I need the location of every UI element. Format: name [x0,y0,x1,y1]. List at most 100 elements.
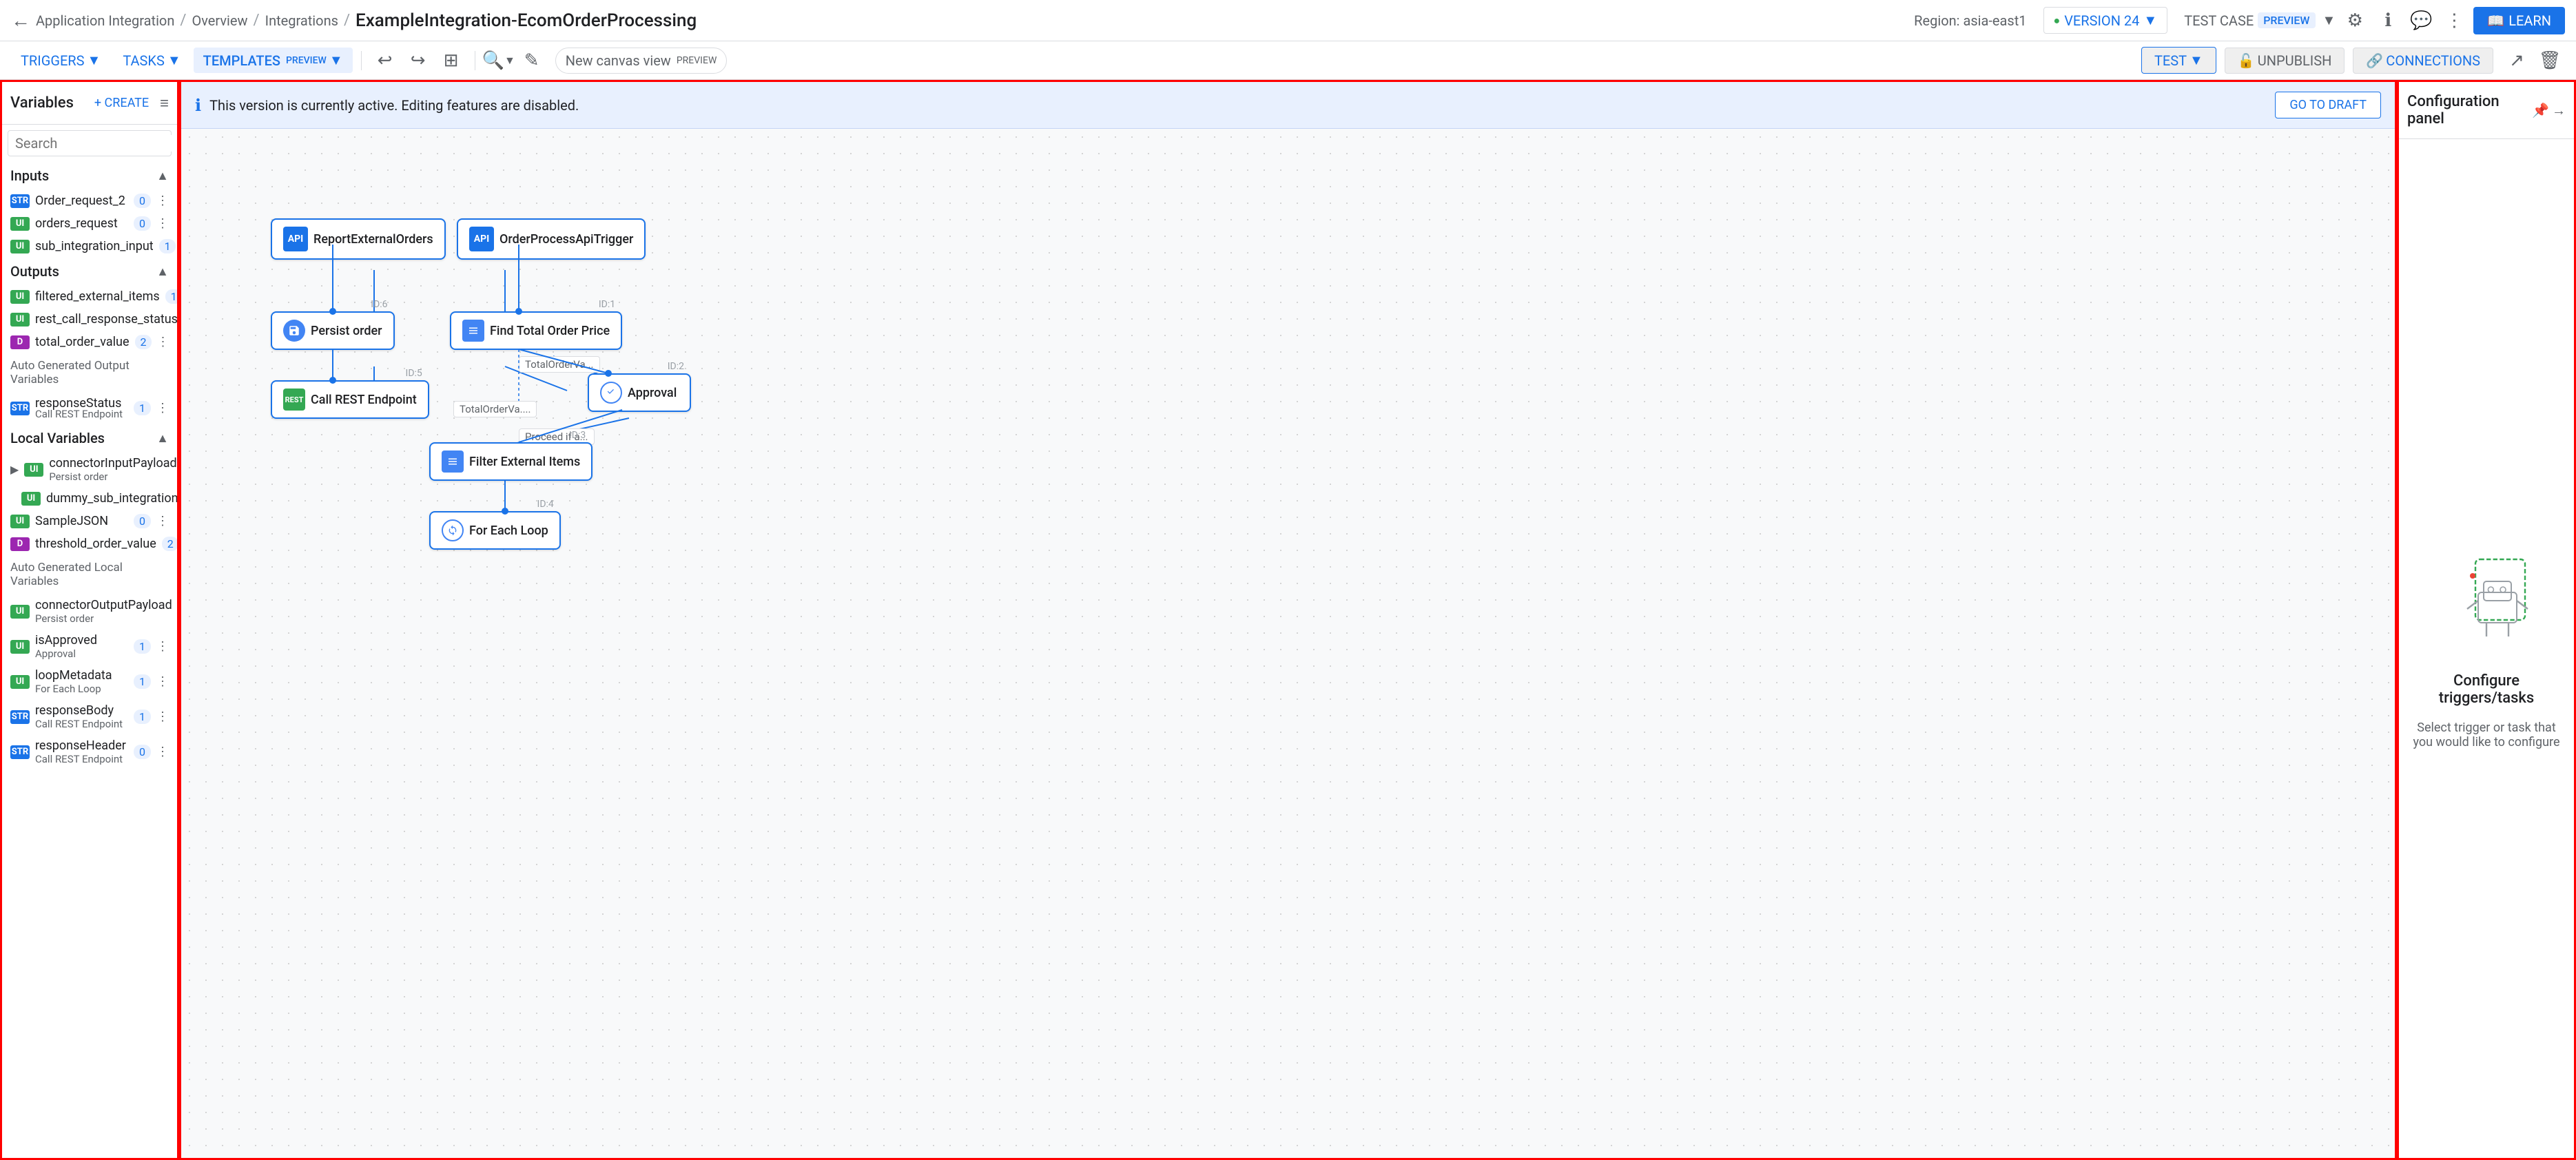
more-button[interactable]: ⋮ [2440,7,2468,34]
version-caret-icon: ▼ [2143,12,2157,29]
var-menu-icon[interactable]: ⋮ [156,514,169,528]
zoom-button[interactable]: 🔍 ▼ [484,45,514,76]
var-name: SampleJSON [35,514,128,528]
share-button[interactable]: ↗ [2502,45,2532,76]
settings-button[interactable]: ⚙ [2341,7,2369,34]
undo-button[interactable]: ↩ [370,45,400,76]
breadcrumb-integrations[interactable]: Integrations [265,12,338,29]
redo-button[interactable]: ↪ [403,45,433,76]
approval-icon [600,382,622,404]
node-id: ID:1 [599,299,615,310]
delete-button[interactable]: 🗑 [2535,45,2565,76]
var-name: sub_integration_input [35,239,154,253]
templates-button[interactable]: TEMPLATES PREVIEW ▼ [194,48,353,73]
expand-icon[interactable]: ▶ [10,463,19,476]
inputs-section-header[interactable]: Inputs ▲ [2,162,177,189]
back-button[interactable]: ← [11,9,30,32]
designer-canvas[interactable]: ℹ This version is currently active. Edit… [179,80,2397,1160]
notice-text: This version is currently active. Editin… [209,97,2267,114]
persist-icon [283,320,305,342]
var-badge-ui: UI [10,217,30,231]
breadcrumb-overview[interactable]: Overview [192,12,247,29]
list-item: UI orders_request 0 ⋮ [2,212,177,235]
go-to-draft-button[interactable]: GO TO DRAFT [2275,92,2381,118]
test-button[interactable]: TEST ▼ [2141,47,2216,74]
list-item: STR responseBody Call REST Endpoint 1 ⋮ [2,699,177,734]
canvas-svg [181,129,2395,1160]
search-input[interactable] [15,135,179,152]
list-item: UI isApproved Approval 1 ⋮ [2,629,177,664]
connections-icon: 🔗 [2366,52,2383,69]
node-for-each-loop[interactable]: ID:4 For Each Loop [429,511,561,550]
var-count: 1 [134,401,151,415]
version-button[interactable]: ● VERSION 24 ▼ [2043,7,2168,34]
create-variable-button[interactable]: + CREATE [89,93,154,113]
var-name: isApproved [35,633,128,648]
list-item: UI sub_integration_input 1 ⋮ [2,235,177,258]
var-count: 0 [134,194,151,208]
node-report-external-orders[interactable]: API ReportExternalOrders [271,218,446,260]
connections-button[interactable]: 🔗 CONNECTIONS [2353,48,2493,74]
var-badge-ui: UI [10,640,30,654]
var-menu-icon[interactable]: ⋮ [156,710,169,724]
learn-button[interactable]: 📖 LEARN [2473,7,2565,34]
var-badge-ui: UI [24,463,43,477]
var-name: dummy_sub_integration_var [46,491,179,506]
list-item: STR responseHeader Call REST Endpoint 0 … [2,734,177,769]
info-button[interactable]: ℹ [2374,7,2402,34]
node-filter-external-items[interactable]: ID:3 Filter External Items [429,442,593,481]
triggers-button[interactable]: TRIGGERS ▼ [11,48,110,73]
node-find-total-order-price[interactable]: ID:1 Find Total Order Price [450,311,622,350]
node-id: ID:2 [668,361,684,372]
node-label: Persist order [311,324,382,338]
breadcrumb: Application Integration / Overview / Int… [36,12,350,29]
search-box: 🔍 ⊟ [8,130,172,156]
layout-button[interactable]: ⊞ [436,45,466,76]
node-call-rest-endpoint[interactable]: ID:5 REST Call REST Endpoint [271,380,429,419]
pin-icon[interactable]: 📌 [2532,102,2549,119]
local-vars-section-header[interactable]: Local Variables ▲ [2,424,177,452]
node-label: Find Total Order Price [490,324,610,338]
var-menu-icon[interactable]: ⋮ [156,401,169,415]
zoom-icon: 🔍 [482,50,504,71]
breadcrumb-app-integration[interactable]: Application Integration [36,12,174,29]
var-count: 0 [134,514,151,528]
node-persist-order[interactable]: ID:6 Persist order [271,311,395,350]
node-id: ID:4 [537,499,554,510]
var-count: 1 [159,239,176,253]
var-badge-str: STR [10,402,30,415]
variables-pane-header: Variables + CREATE ≡ [2,82,177,125]
var-badge-ui: UI [10,605,30,619]
toolbar-separator-1 [361,51,362,70]
close-config-icon[interactable]: → [2552,102,2566,119]
var-menu-icon[interactable]: ⋮ [156,639,169,654]
node-approval[interactable]: ID:2 Approval [588,373,691,412]
node-order-process-api-trigger[interactable]: API OrderProcessApiTrigger [457,218,646,260]
list-item: UI rest_call_response_status 0 ⋮ [2,308,177,331]
var-menu-icon[interactable]: ⋮ [156,674,169,689]
preview-badge[interactable]: PREVIEW [2258,12,2315,28]
var-menu-icon[interactable]: ⋮ [156,194,169,208]
canvas-label: New canvas view [566,52,671,69]
test-caret-icon: ▼ [2189,52,2203,69]
canvas-content[interactable]: API ReportExternalOrders API OrderProces… [181,129,2395,1160]
auto-local-section-header: Auto Generated Local Variables [2,555,177,594]
var-subtitle: Call REST Endpoint [35,753,128,765]
canvas-toggle[interactable]: New canvas view PREVIEW [555,48,728,74]
outputs-section-header[interactable]: Outputs ▲ [2,258,177,285]
node-id: ID:5 [406,368,422,379]
templates-caret-icon: ▼ [329,52,343,69]
var-menu-icon[interactable]: ⋮ [156,745,169,759]
chat-button[interactable]: 💬 [2407,7,2435,34]
var-subtitle: Persist order [49,470,176,483]
tasks-button[interactable]: TASKS ▼ [113,48,190,73]
config-pane-icons: 📌 → [2532,102,2566,119]
var-menu-icon[interactable]: ⋮ [156,216,169,231]
unpublish-icon: 🔓 [2238,52,2255,69]
collapse-pane-button[interactable]: ≡ [160,94,169,112]
edit-button[interactable]: ✎ [517,45,547,76]
var-name: responseHeader [35,738,128,753]
unpublish-button[interactable]: 🔓 UNPUBLISH [2225,48,2345,74]
list-item: D threshold_order_value 2 ⋮ [2,532,177,555]
var-menu-icon[interactable]: ⋮ [157,335,169,349]
